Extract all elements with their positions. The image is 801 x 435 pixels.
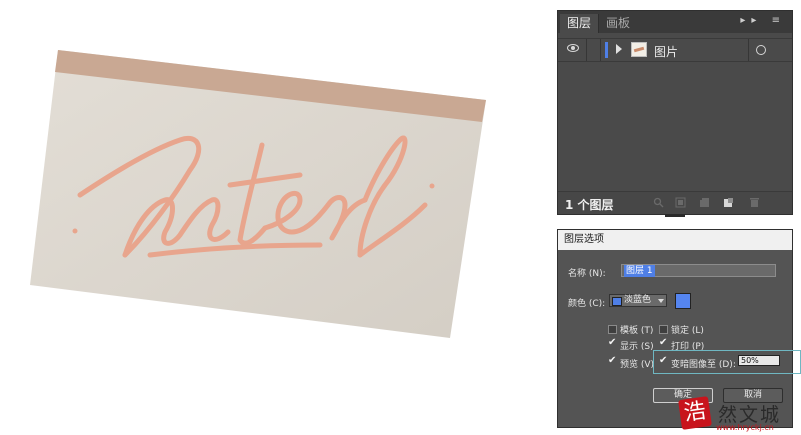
- layer-name-value: 图层 1: [624, 265, 655, 277]
- tab-artboards[interactable]: 画板: [598, 14, 637, 33]
- panel-menu-icon[interactable]: ▸▸ ≡: [740, 15, 786, 26]
- lock-checkbox[interactable]: [659, 325, 668, 334]
- layer-thumbnail: [631, 42, 647, 57]
- column-divider: [586, 39, 587, 61]
- watermark-badge: 浩: [678, 396, 712, 430]
- layer-color-indicator: [605, 42, 608, 58]
- color-label: 颜色 (C):: [568, 299, 606, 309]
- preview-checkbox[interactable]: ✔: [608, 356, 616, 366]
- new-sublayer-icon[interactable]: [699, 197, 710, 208]
- dim-images-checkbox[interactable]: ✔: [659, 356, 667, 366]
- panel-footer: 1 个图层: [558, 191, 792, 217]
- color-swatch-button[interactable]: [675, 293, 691, 309]
- chevron-down-icon: [658, 299, 664, 303]
- column-divider: [600, 39, 601, 61]
- expand-triangle-icon[interactable]: [616, 44, 622, 54]
- layer-name[interactable]: 图片: [654, 43, 678, 60]
- panel-tabbar: 图层 画板 ▸▸ ≡: [558, 11, 792, 33]
- panel-resize-grip[interactable]: [665, 214, 685, 217]
- color-swatch-small: [612, 297, 622, 306]
- layer-row[interactable]: 图片: [558, 38, 792, 62]
- layer-name-field[interactable]: 图层 1: [621, 264, 776, 277]
- tab-layers[interactable]: 图层: [560, 14, 599, 33]
- lettering-card-image: [30, 50, 486, 338]
- locate-object-icon[interactable]: [653, 197, 664, 208]
- layer-count: 1 个图层: [565, 198, 614, 212]
- show-checkbox[interactable]: ✔: [608, 338, 616, 348]
- dot-mark: [72, 228, 78, 234]
- target-circle-icon[interactable]: [756, 45, 766, 55]
- clipping-mask-icon[interactable]: [675, 197, 686, 208]
- watermark-url: www.hryckj.cn: [716, 423, 774, 432]
- show-label: 显示 (S): [620, 342, 654, 352]
- watermark-logo: 浩 然文城 www.hryckj.cn: [678, 396, 801, 435]
- new-layer-icon[interactable]: [723, 197, 734, 208]
- color-dropdown[interactable]: 淡蓝色: [609, 294, 667, 307]
- trash-icon[interactable]: [749, 197, 760, 208]
- column-divider: [748, 39, 749, 61]
- dim-percent-field[interactable]: 50%: [738, 355, 780, 366]
- dot-mark: [429, 183, 435, 189]
- template-label: 模板 (T): [620, 326, 654, 336]
- photo-preview: [0, 0, 545, 435]
- color-value: 淡蓝色: [624, 295, 652, 305]
- dim-images-label: 变暗图像至 (D):: [671, 360, 736, 370]
- print-checkbox[interactable]: ✔: [659, 338, 667, 348]
- dialog-title: 图层选项: [558, 230, 792, 250]
- preview-label: 预览 (V): [620, 360, 655, 370]
- layers-panel: 图层 画板 ▸▸ ≡ 图片 1 个图层: [557, 10, 793, 217]
- name-label: 名称 (N):: [568, 269, 606, 279]
- lock-label: 锁定 (L): [671, 326, 704, 336]
- visibility-eye-icon[interactable]: [567, 44, 579, 52]
- template-checkbox[interactable]: [608, 325, 617, 334]
